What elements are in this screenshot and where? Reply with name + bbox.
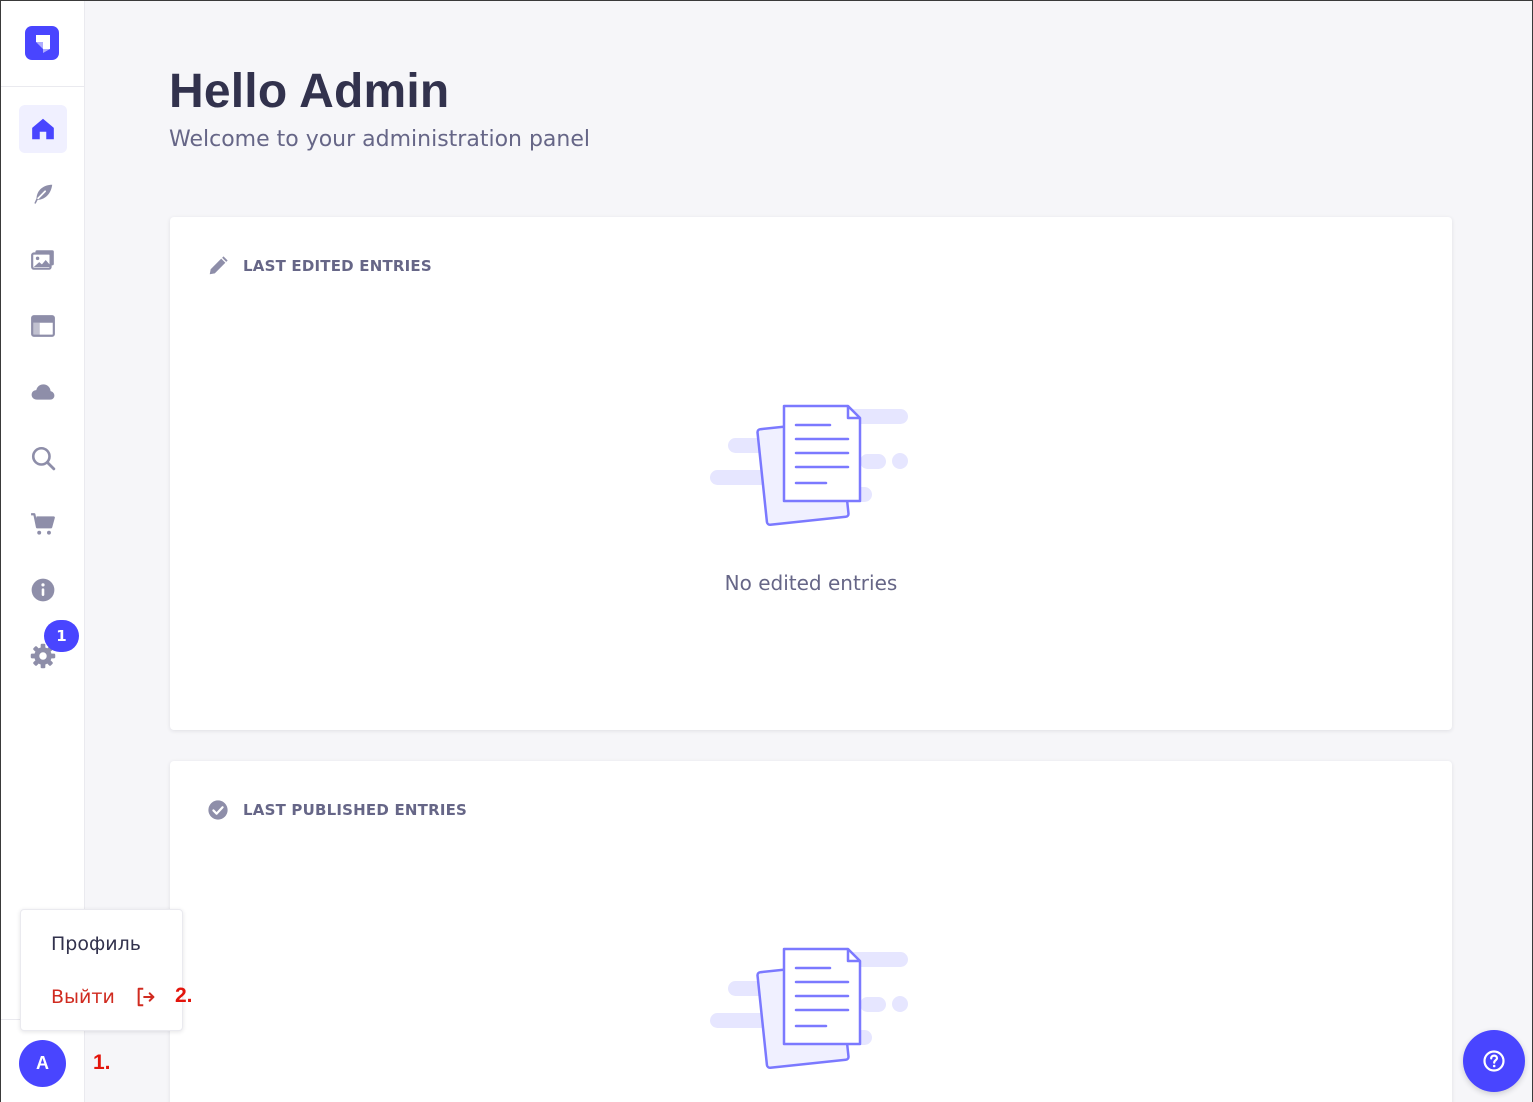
cloud-icon [31,384,55,400]
brand [0,0,84,87]
annotation-step-2: 2. [175,984,193,1007]
search-icon [31,446,56,471]
page-title: Hello Admin [169,65,450,118]
pencil-icon [209,256,228,275]
question-circle-icon [1483,1050,1505,1072]
nav-marketplace[interactable] [19,500,67,548]
layout-icon [31,315,55,337]
page-subtitle: Welcome to your administration panel [169,127,590,152]
logout-label: Выйти [51,986,115,1008]
last-published-entries-card: LAST PUBLISHED ENTRIES [170,761,1452,1102]
empty-state-text: No edited entries [724,571,898,595]
empty-documents-illustration [710,947,908,1069]
card-header-label: LAST PUBLISHED ENTRIES [243,801,468,819]
nav-content-manager[interactable] [19,170,67,218]
nav-info[interactable] [19,566,67,614]
strapi-logo-icon[interactable] [25,26,59,60]
help-button[interactable] [1463,1030,1525,1092]
nav-media-library[interactable] [19,236,67,284]
nav-cloud[interactable] [19,368,67,416]
empty-documents-illustration [710,404,908,526]
menu-item-logout[interactable]: Выйти [51,986,157,1008]
nav-content-type-builder[interactable] [19,302,67,350]
user-menu-dropdown: Профиль Выйти [20,909,183,1031]
cart-icon [31,513,55,535]
info-icon [31,578,55,602]
nav-search[interactable] [19,434,67,482]
settings-notification-badge: 1 [44,620,79,652]
card-header: LAST PUBLISHED ENTRIES [207,799,467,821]
check-circle-icon [208,800,228,820]
card-header: LAST EDITED ENTRIES [207,255,432,277]
images-icon [31,250,54,270]
card-header-label: LAST EDITED ENTRIES [243,257,432,275]
user-avatar-button[interactable]: A [19,1040,66,1087]
home-icon [32,118,54,140]
feather-icon [34,184,53,204]
menu-item-profile[interactable]: Профиль [51,933,141,955]
nav-home[interactable] [19,105,67,153]
annotation-step-1: 1. [93,1051,111,1074]
logout-icon [137,987,155,1007]
last-edited-entries-card: LAST EDITED ENTRIES No edited entries [170,217,1452,730]
